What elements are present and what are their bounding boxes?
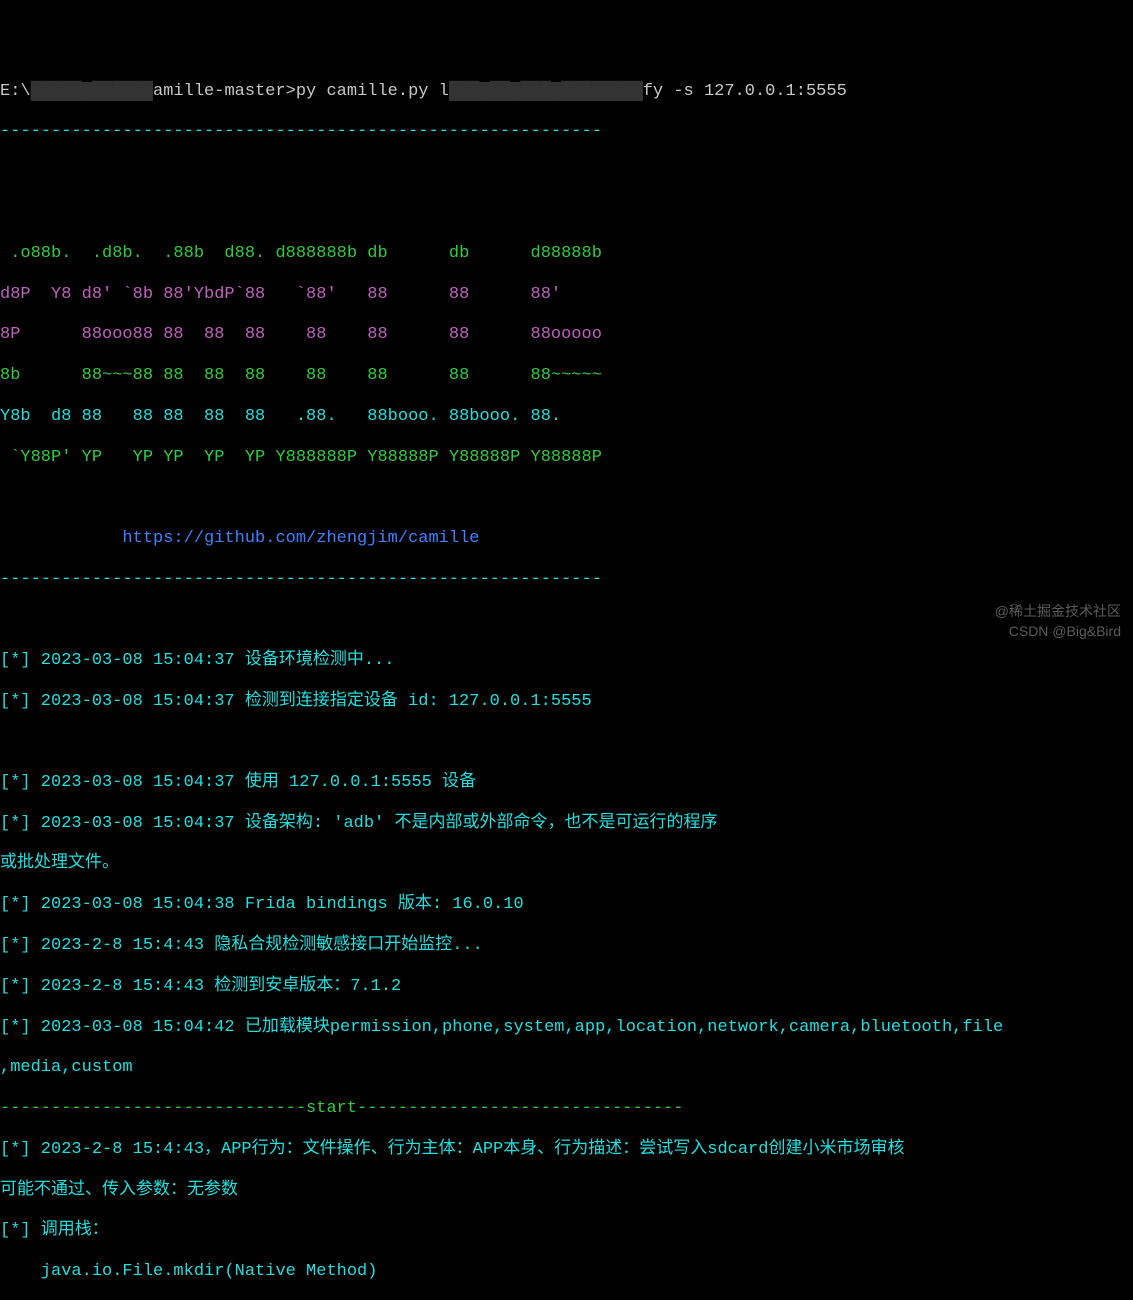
ascii-art-line-4: 8b 88~~~88 88 88 88 88 88 88 88~~~~~ [0, 366, 1133, 386]
github-link[interactable]: https://github.com/zhengjim/camille [122, 529, 479, 548]
log-arch-cont: 或批处理文件。 [0, 854, 1133, 874]
log-use-device: [*] 2023-03-08 15:04:37 使用 127.0.0.1:555… [0, 773, 1133, 793]
log-modules-cont: ,media,custom [0, 1058, 1133, 1078]
hidden-args: ███ ██.███.████████ [449, 82, 643, 101]
command-prompt: E:\█████ ██████amille-master>py camille.… [0, 82, 1133, 102]
watermark-juejin: @稀土掘金技术社区 [995, 603, 1121, 620]
blank-line [0, 204, 1133, 224]
log-callstack-1: java.io.File.mkdir(Native Method) [0, 1262, 1133, 1282]
log-monitor-start: [*] 2023-2-8 15:4:43 隐私合规检测敏感接口开始监控... [0, 936, 1133, 956]
log-arch: [*] 2023-03-08 15:04:37 设备架构: 'adb' 不是内部… [0, 814, 1133, 834]
link-line: https://github.com/zhengjim/camille [0, 529, 1133, 549]
ascii-art-line-6: `Y88P' YP YP YP YP YP Y888888P Y88888P Y… [0, 448, 1133, 468]
ascii-art-line-5: Y8b d8 88 88 88 88 88 .88. 88booo. 88boo… [0, 407, 1133, 427]
log-app-behavior: [*] 2023-2-8 15:4:43，APP行为：文件操作、行为主体：APP… [0, 1140, 1133, 1160]
blank-line [0, 163, 1133, 183]
divider-top: ----------------------------------------… [0, 122, 1133, 142]
watermark-csdn: CSDN @Big&Bird [1009, 623, 1121, 640]
command-tail: fy -s 127.0.0.1:5555 [643, 82, 847, 101]
log-app-behavior-cont: 可能不通过、传入参数：无参数 [0, 1181, 1133, 1201]
ascii-art-line-1: .o88b. .d8b. .88b d88. d888888b db db d8… [0, 244, 1133, 264]
command-text: py camille.py l [296, 82, 449, 101]
folder-name: amille-master> [153, 82, 296, 101]
log-android-version: [*] 2023-2-8 15:4:43 检测到安卓版本：7.1.2 [0, 977, 1133, 997]
divider-bottom: ----------------------------------------… [0, 570, 1133, 590]
blank-line [0, 611, 1133, 631]
blank-line [0, 489, 1133, 509]
log-frida: [*] 2023-03-08 15:04:38 Frida bindings 版… [0, 895, 1133, 915]
log-callstack-header: [*] 调用栈： [0, 1221, 1133, 1241]
log-modules: [*] 2023-03-08 15:04:42 已加载模块permission,… [0, 1018, 1133, 1038]
link-indent [0, 529, 122, 548]
log-device-id: [*] 2023-03-08 15:04:37 检测到连接指定设备 id: 12… [0, 692, 1133, 712]
drive-letter: E:\ [0, 82, 31, 101]
ascii-art-line-2: d8P Y8 d8' `8b 88'YbdP`88 `88' 88 88 88' [0, 285, 1133, 305]
hidden-path-1: █████ ██████ [31, 82, 153, 101]
ascii-art-line-3: 8P 88ooo88 88 88 88 88 88 88 88ooooo [0, 325, 1133, 345]
blank-line [0, 733, 1133, 753]
log-device-check: [*] 2023-03-08 15:04:37 设备环境检测中... [0, 651, 1133, 671]
start-divider: ------------------------------start-----… [0, 1099, 1133, 1119]
